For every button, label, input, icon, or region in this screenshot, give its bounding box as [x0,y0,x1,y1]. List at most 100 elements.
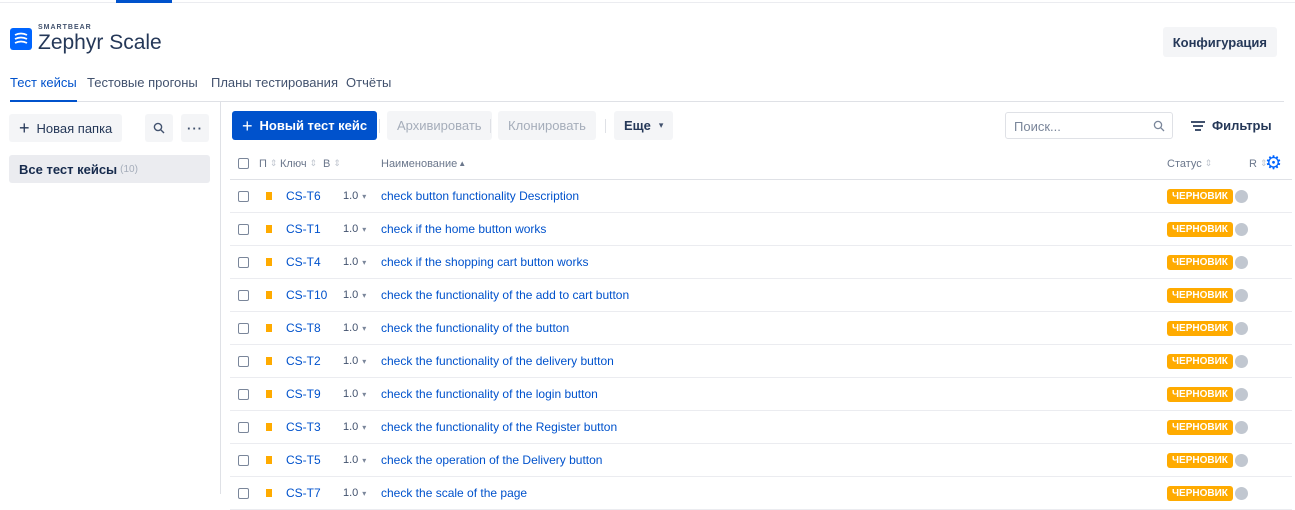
chevron-down-icon: ▾ [362,357,367,366]
test-case-name[interactable]: check button functionality Description [381,189,579,203]
folder-more-button[interactable]: ··· [181,114,209,142]
select-all-checkbox[interactable] [238,158,249,169]
version-label: 1.0 [343,190,359,202]
version-label: 1.0 [343,223,359,235]
version-selector[interactable]: 1.0 ▾ [343,180,366,212]
table-row[interactable]: CS-T6 1.0 ▾ check button functionality Desc… [230,180,1292,213]
test-case-key[interactable]: CS-T8 [286,321,321,335]
test-case-name[interactable]: check the functionality of the delivery … [381,354,614,368]
tab-reports[interactable]: Отчёты [346,75,391,90]
archive-button[interactable]: Архивировать [387,111,492,140]
column-name-label: Наименование [381,157,458,170]
all-cases-count: (10) [120,163,138,175]
flag-icon [266,291,272,299]
test-case-key[interactable]: CS-T4 [286,255,321,269]
status-badge: ЧЕРНОВИК [1167,485,1233,501]
test-case-key[interactable]: CS-T1 [286,222,321,236]
result-indicator [1235,486,1248,500]
more-actions-button[interactable]: Еще ▾ [614,111,674,140]
version-label: 1.0 [343,421,359,433]
tab-test-plans[interactable]: Планы тестирования [211,75,338,90]
filters-button[interactable]: Фильтры [1183,111,1280,140]
test-case-key[interactable]: CS-T9 [286,387,321,401]
row-checkbox[interactable] [238,190,249,202]
column-name[interactable]: Наименование ▲ [381,148,466,179]
test-case-name[interactable]: check the functionality of the Register … [381,420,617,434]
test-case-name[interactable]: check if the home button works [381,222,546,236]
column-status-label: Статус [1167,157,1202,170]
test-case-key[interactable]: CS-T3 [286,420,321,434]
version-selector[interactable]: 1.0 ▾ [343,213,366,245]
new-folder-button[interactable]: + Новая папка [9,114,123,142]
new-test-case-label: Новый тест кейс [259,118,368,133]
tab-test-runs[interactable]: Тестовые прогоны [87,75,198,90]
configuration-button[interactable]: Конфигурация [1162,27,1277,57]
table-row[interactable]: CS-T8 1.0 ▾ check the functionality of the … [230,312,1292,345]
test-case-name[interactable]: check the scale of the page [381,486,527,500]
test-case-name[interactable]: check the functionality of the button [381,321,569,335]
chevron-down-icon: ▾ [362,423,367,432]
row-checkbox[interactable] [238,322,249,334]
chevron-down-icon: ▾ [362,390,367,399]
column-settings-button[interactable]: ⚙ [1265,148,1282,179]
column-priority[interactable]: П ⇕ [259,148,277,179]
test-case-name[interactable]: check the functionality of the add to ca… [381,288,629,302]
row-checkbox[interactable] [238,223,249,235]
search-icon [1153,120,1165,132]
table-header: П ⇕ Ключ ⇕ В ⇕ Наименование ▲ Статус ⇕ R ⇕ ⚙ [230,148,1292,180]
app-logo[interactable]: SMARTBEAR Zephyr Scale [10,24,162,53]
row-checkbox[interactable] [238,421,249,433]
flag-icon [266,258,272,266]
test-case-name[interactable]: check the operation of the Delivery butt… [381,453,602,467]
version-selector[interactable]: 1.0 ▾ [343,411,366,443]
version-selector[interactable]: 1.0 ▾ [343,246,366,278]
tab-test-cases[interactable]: Тест кейсы [10,75,77,102]
row-checkbox[interactable] [238,388,249,400]
test-case-name[interactable]: check the functionality of the login but… [381,387,598,401]
table-row[interactable]: CS-T5 1.0 ▾ check the operation of the Deli… [230,444,1292,477]
table-row[interactable]: CS-T10 1.0 ▾ check the functionality of the… [230,279,1292,312]
row-checkbox[interactable] [238,487,249,499]
version-label: 1.0 [343,322,359,334]
version-selector[interactable]: 1.0 ▾ [343,378,366,410]
test-case-key[interactable]: CS-T6 [286,189,321,203]
row-checkbox[interactable] [238,355,249,367]
all-test-cases-folder[interactable]: Все тест кейсы (10) [9,155,210,183]
table-row[interactable]: CS-T9 1.0 ▾ check the functionality of the … [230,378,1292,411]
row-checkbox[interactable] [238,289,249,301]
table-body: CS-T6 1.0 ▾ check button functionality Desc… [230,180,1292,510]
folder-search-button[interactable] [145,114,173,142]
test-case-key[interactable]: CS-T10 [286,288,327,302]
table-row[interactable]: CS-T4 1.0 ▾ check if the shopping cart butt… [230,246,1292,279]
result-indicator [1235,420,1248,434]
version-selector[interactable]: 1.0 ▾ [343,444,366,476]
flag-icon [266,456,272,464]
plus-icon: + [19,118,30,138]
result-indicator [1235,255,1248,269]
test-case-key[interactable]: CS-T7 [286,486,321,500]
result-indicator [1235,321,1248,335]
flag-icon [266,192,272,200]
test-case-key[interactable]: CS-T5 [286,453,321,467]
column-status[interactable]: Статус ⇕ [1167,148,1212,179]
column-version-label: В [323,157,331,170]
row-checkbox[interactable] [238,454,249,466]
search-input[interactable] [1012,113,1156,139]
test-case-name[interactable]: check if the shopping cart button works [381,255,588,269]
ellipsis-icon: ··· [187,120,203,136]
test-case-key[interactable]: CS-T2 [286,354,321,368]
table-row[interactable]: CS-T2 1.0 ▾ check the functionality of the … [230,345,1292,378]
version-selector[interactable]: 1.0 ▾ [343,312,366,344]
flag-icon [266,489,272,497]
column-version[interactable]: В ⇕ [323,148,341,179]
test-cases-table: П ⇕ Ключ ⇕ В ⇕ Наименование ▲ Статус ⇕ R ⇕ ⚙ C… [230,148,1292,510]
table-row[interactable]: CS-T3 1.0 ▾ check the functionality of the … [230,411,1292,444]
new-test-case-button[interactable]: + Новый тест кейс [232,111,378,140]
row-checkbox[interactable] [238,256,249,268]
table-row[interactable]: CS-T1 1.0 ▾ check if the home button works Ч… [230,213,1292,246]
version-selector[interactable]: 1.0 ▾ [343,279,366,311]
clone-button[interactable]: Клонировать [498,111,596,140]
version-selector[interactable]: 1.0 ▾ [343,477,366,509]
version-selector[interactable]: 1.0 ▾ [343,345,366,377]
column-key[interactable]: Ключ ⇕ [280,148,317,179]
